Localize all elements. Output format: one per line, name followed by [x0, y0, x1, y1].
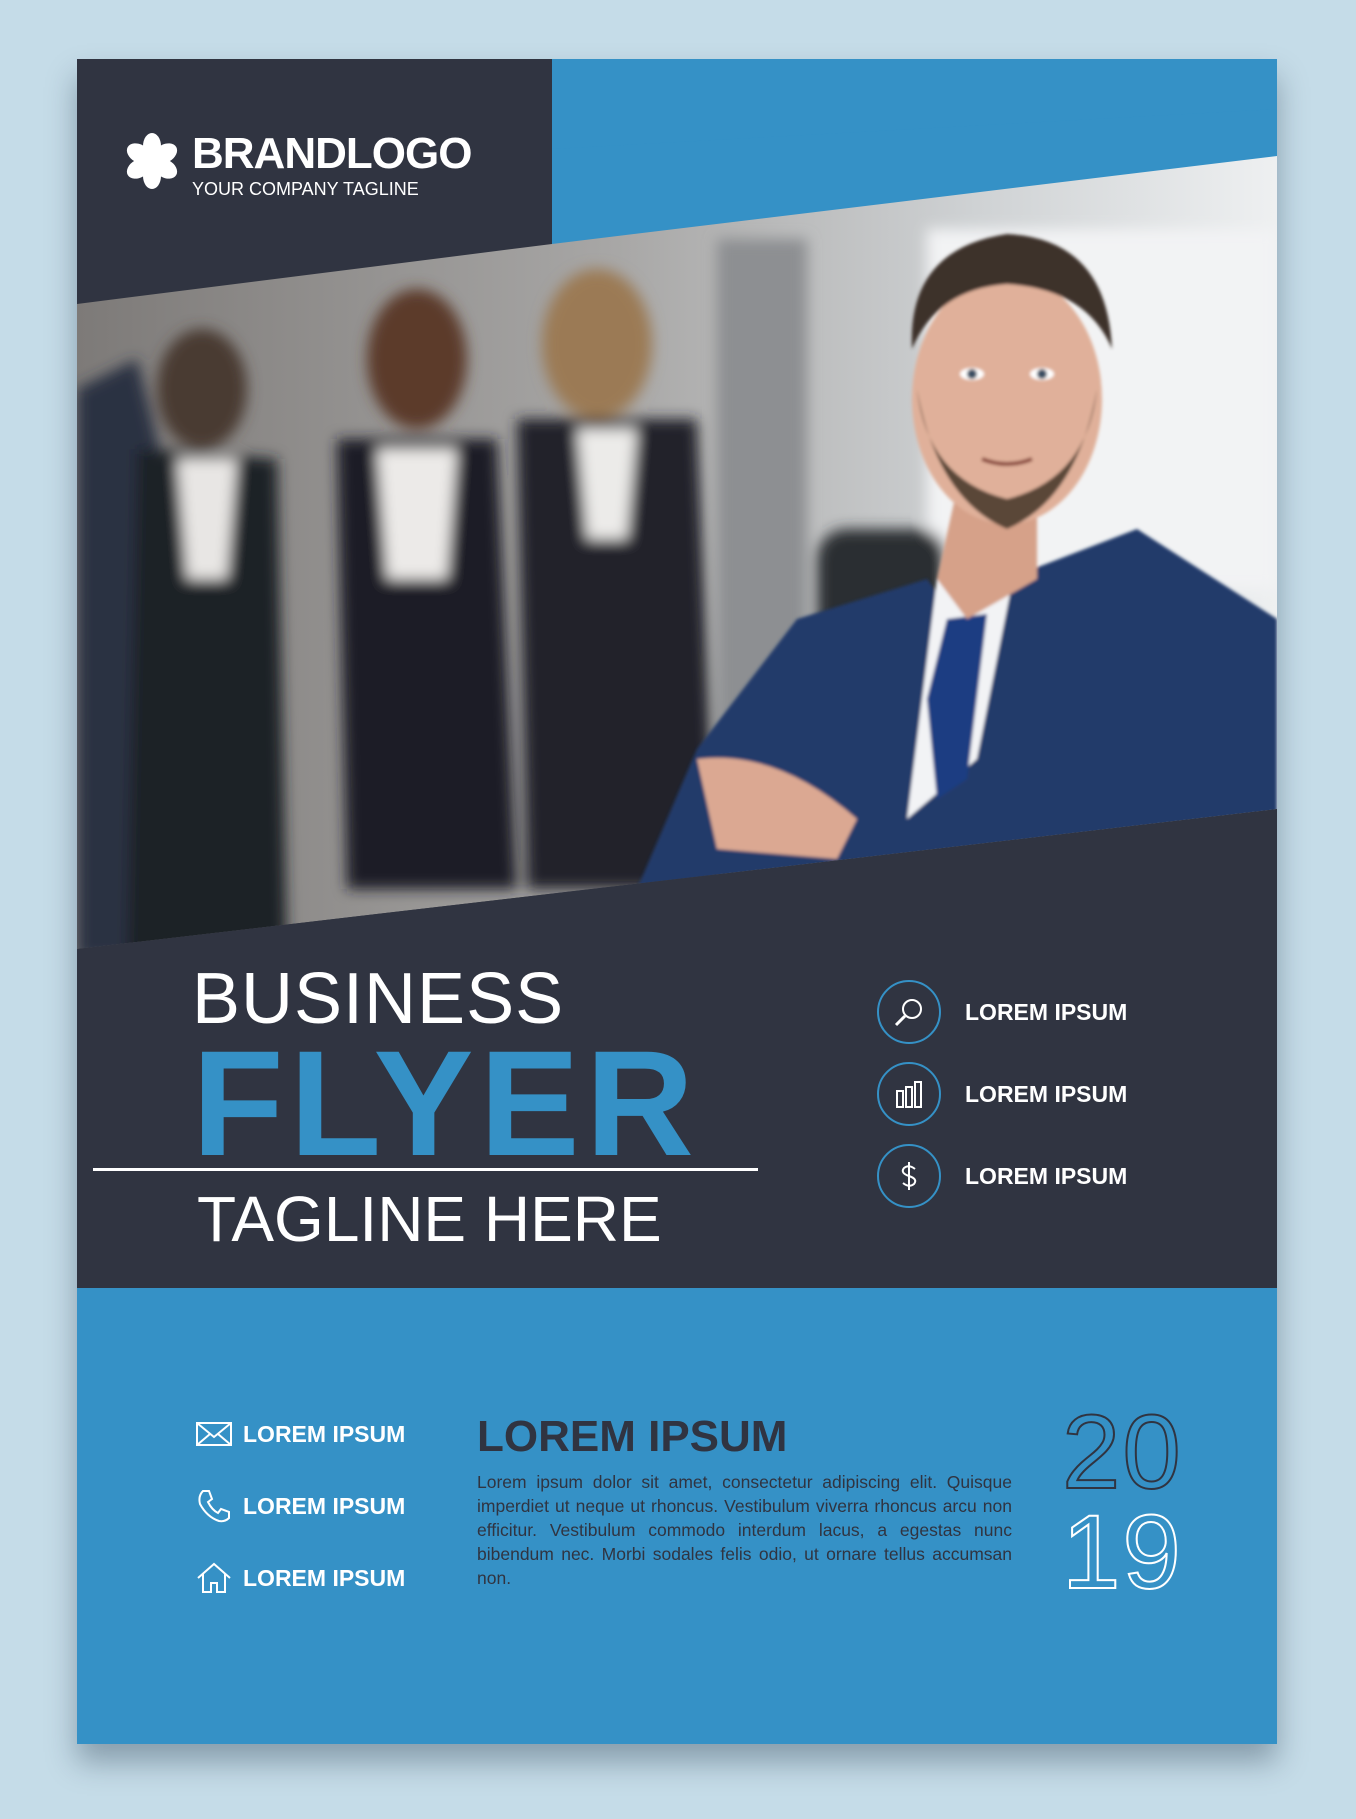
phone-icon: [198, 1490, 230, 1523]
contact-label: LOREM IPSUM: [243, 1420, 406, 1447]
year-bottom: 19: [1061, 1494, 1183, 1611]
feature-item: LOREM IPSUM: [877, 1059, 1127, 1129]
about-title: LOREM IPSUM: [477, 1412, 788, 1461]
feature-item: LOREM IPSUM: [877, 977, 1127, 1047]
feature-list: LOREM IPSUM LOREM IPSUM LOREM IPSUM: [877, 977, 1127, 1223]
about-body: Lorem ipsum dolor sit amet, consectetur …: [477, 1472, 1012, 1588]
title-divider: [93, 1168, 758, 1171]
feature-item: LOREM IPSUM: [877, 1141, 1127, 1211]
about-section: LOREM IPSUM Lorem ipsum dolor sit amet, …: [477, 1412, 1012, 1590]
title-tagline: TAGLINE HERE: [197, 1183, 662, 1255]
title-block: BUSINESS FLYER: [192, 959, 700, 1187]
contact-item: LOREM IPSUM: [195, 1481, 405, 1531]
mail-icon: [196, 1422, 232, 1446]
flyer-page: BRANDLOGO YOUR COMPANY TAGLINE BUSINESS …: [77, 59, 1277, 1744]
contact-label: LOREM IPSUM: [243, 1492, 406, 1519]
magnifier-icon: [877, 980, 941, 1044]
title-flyer: FLYER: [192, 1019, 700, 1187]
brand-logo: BRANDLOGO YOUR COMPANY TAGLINE: [122, 129, 472, 200]
feature-label: LOREM IPSUM: [965, 1080, 1128, 1107]
brand-text: BRANDLOGO YOUR COMPANY TAGLINE: [192, 129, 472, 200]
contact-item: LOREM IPSUM: [195, 1553, 405, 1603]
home-icon: [197, 1562, 231, 1593]
contact-label: LOREM IPSUM: [243, 1564, 406, 1591]
brand-name: BRANDLOGO: [192, 129, 472, 178]
feature-label: LOREM IPSUM: [965, 998, 1128, 1025]
contact-item: LOREM IPSUM: [195, 1409, 405, 1459]
bar-chart-icon: [877, 1062, 941, 1126]
year-top: 20: [1061, 1394, 1183, 1511]
contact-list: LOREM IPSUM LOREM IPSUM LOREM IPSUM: [195, 1409, 405, 1625]
feature-label: LOREM IPSUM: [965, 1162, 1128, 1189]
dollar-icon: [877, 1144, 941, 1208]
flower-logo-icon: [126, 133, 178, 189]
year-display: 20 19: [1061, 1394, 1183, 1611]
bottom-info-panel: LOREM IPSUM LOREM IPSUM LOREM IPSUM LORE…: [77, 1288, 1277, 1744]
brand-tagline: YOUR COMPANY TAGLINE: [192, 179, 419, 199]
